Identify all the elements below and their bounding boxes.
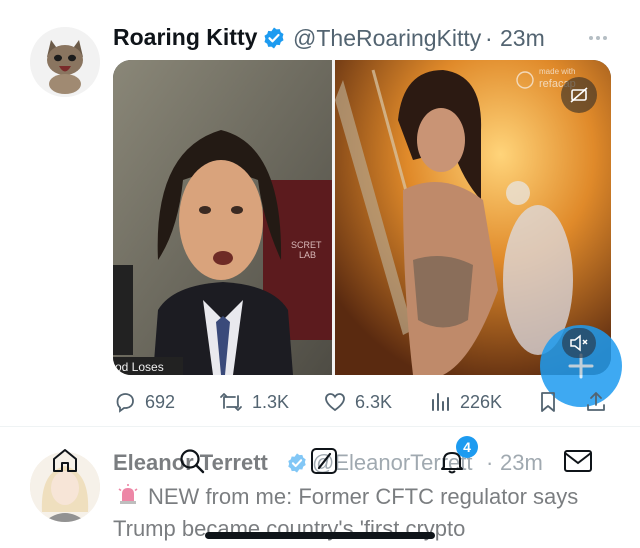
search-icon bbox=[180, 449, 205, 474]
more-dots-icon[interactable] bbox=[586, 26, 610, 55]
like-button[interactable]: 6.3K bbox=[323, 390, 428, 414]
heart-icon bbox=[325, 393, 345, 412]
verified-badge-icon bbox=[262, 26, 286, 55]
repost-button[interactable]: 1.3K bbox=[218, 390, 323, 414]
nav-grok-button[interactable] bbox=[309, 446, 339, 481]
mute-button[interactable] bbox=[562, 328, 596, 358]
watermark-line1: made with bbox=[539, 67, 575, 76]
svg-text:LAB: LAB bbox=[299, 250, 316, 260]
video-caption-text: od Loses bbox=[115, 360, 164, 374]
dot-separator: · bbox=[485, 25, 493, 51]
tweet-text-line1: NEW from me: Former CFTC regulator says bbox=[148, 484, 579, 509]
views-chart-icon bbox=[432, 393, 449, 411]
repost-icon bbox=[220, 393, 242, 411]
tweet-time[interactable]: 23m bbox=[500, 25, 545, 52]
views-button[interactable]: 226K bbox=[428, 390, 536, 414]
video-frame: SCRET LAB made with refacap bbox=[113, 60, 611, 375]
cat-avatar-icon bbox=[30, 27, 100, 97]
tweet-media-video[interactable]: SCRET LAB made with refacap od Loses bbox=[113, 60, 611, 375]
siren-icon bbox=[116, 483, 140, 512]
display-name[interactable]: Roaring Kitty bbox=[113, 24, 257, 51]
reply-icon bbox=[116, 393, 134, 413]
speaker-muted-icon bbox=[570, 334, 588, 352]
nav-search-button[interactable] bbox=[177, 446, 207, 481]
bookmark-icon bbox=[541, 392, 555, 412]
verified-badge-icon bbox=[286, 452, 308, 479]
tweet-divider bbox=[0, 426, 640, 427]
grok-slash-icon bbox=[311, 448, 337, 474]
view-count: 226K bbox=[460, 391, 503, 412]
reply-button[interactable]: 692 bbox=[113, 390, 218, 414]
home-icon bbox=[53, 449, 77, 472]
share-icon bbox=[587, 392, 605, 411]
tweet-action-bar: 692 1.3K 6.3K 226K bbox=[113, 384, 613, 420]
like-count: 6.3K bbox=[355, 391, 393, 412]
reply-count: 692 bbox=[145, 391, 176, 412]
dot-separator: · bbox=[486, 450, 494, 475]
nav-home-button[interactable] bbox=[50, 445, 80, 480]
envelope-icon bbox=[564, 450, 592, 472]
bookmark-button[interactable] bbox=[536, 390, 584, 414]
tweet-time[interactable]: 23m bbox=[500, 450, 543, 476]
user-handle[interactable]: @TheRoaringKitty bbox=[293, 25, 481, 52]
home-indicator[interactable] bbox=[205, 532, 435, 539]
avatar-roaring-kitty[interactable] bbox=[30, 27, 100, 97]
notifications-badge: 4 bbox=[456, 436, 478, 458]
hide-media-icon[interactable] bbox=[561, 77, 597, 113]
nav-messages-button[interactable] bbox=[562, 447, 594, 480]
repost-count: 1.3K bbox=[252, 391, 290, 412]
svg-text:SCRET: SCRET bbox=[291, 240, 322, 250]
share-button[interactable] bbox=[584, 390, 608, 414]
